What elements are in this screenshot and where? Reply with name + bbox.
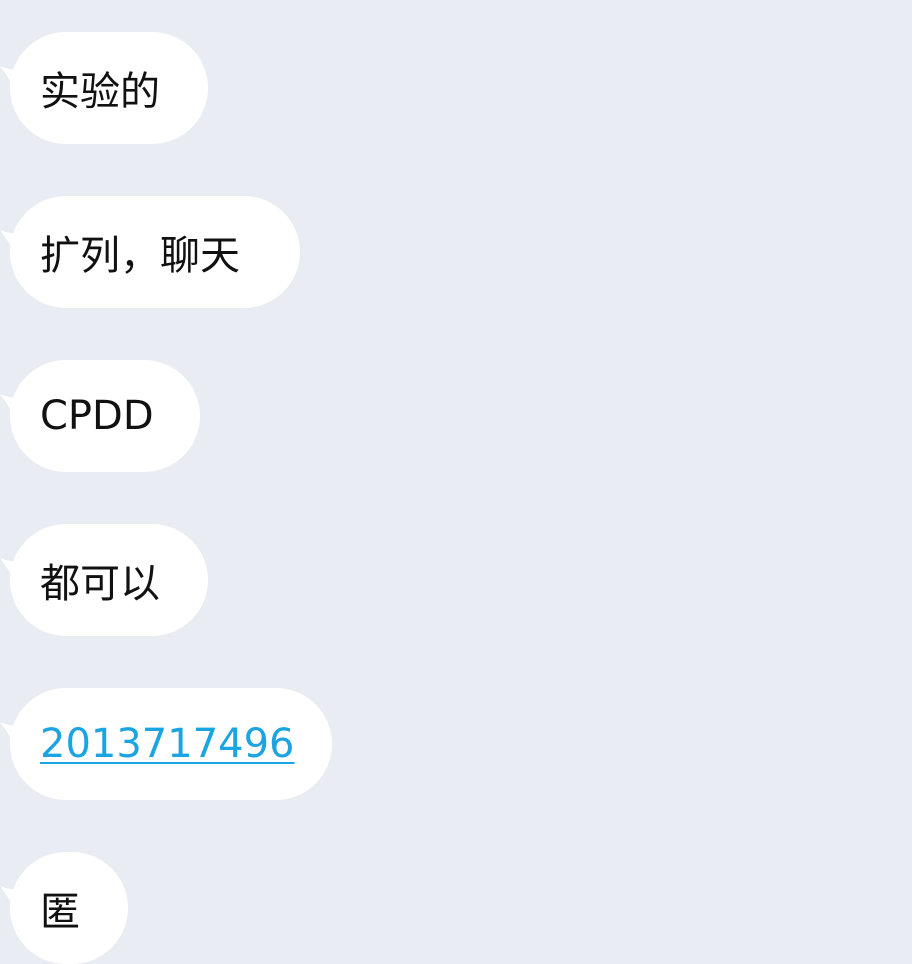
message-bubble[interactable]: CPDD: [10, 360, 200, 472]
message-bubble[interactable]: 2013717496: [10, 688, 332, 800]
message-bubble[interactable]: 匿: [10, 852, 128, 964]
chat-message-list: 实验的 扩列，聊天 CPDD 都可以 2013717496 匿: [0, 0, 912, 964]
message-bubble[interactable]: 实验的: [10, 32, 208, 144]
message-text: 匿: [40, 889, 80, 935]
message-bubble[interactable]: 扩列，聊天: [10, 196, 300, 308]
message-text: CPDD: [40, 393, 154, 439]
phone-number-link[interactable]: 2013717496: [40, 721, 295, 767]
message-text: 都可以: [40, 561, 160, 607]
message-text: 扩列，聊天: [40, 233, 240, 279]
message-bubble[interactable]: 都可以: [10, 524, 208, 636]
message-text: 实验的: [40, 69, 160, 115]
